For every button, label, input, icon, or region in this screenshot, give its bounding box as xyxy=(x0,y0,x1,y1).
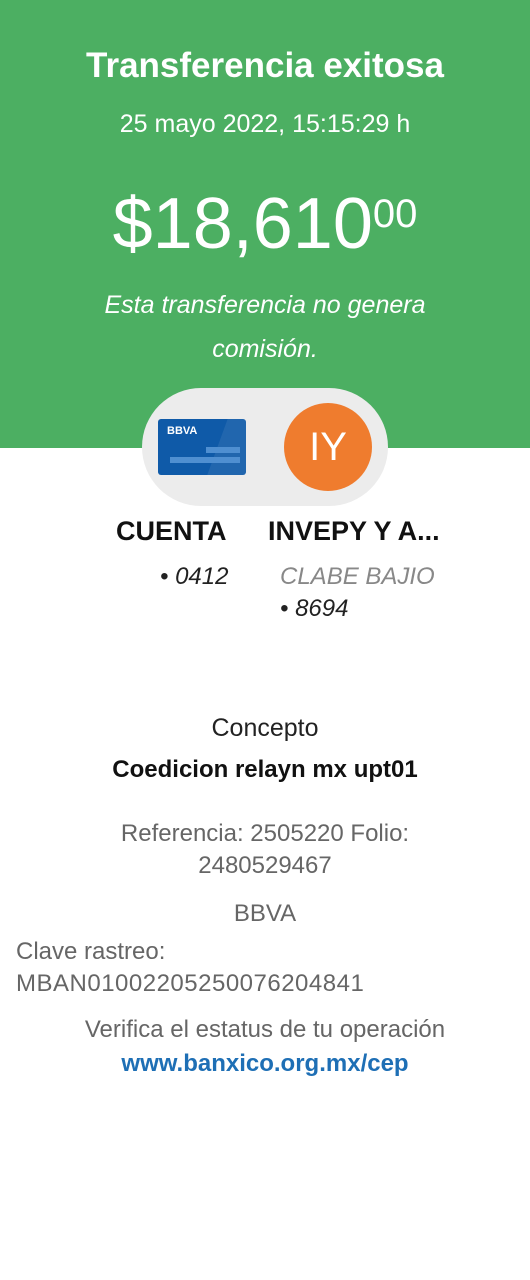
amount-cents: 00 xyxy=(372,192,418,236)
tracking-key-value: MBAN01002205250076204841 xyxy=(16,970,365,997)
transfer-amount: $18,61000 xyxy=(0,188,530,260)
card-stripe xyxy=(170,457,240,463)
from-account-number: • 0412 xyxy=(160,563,229,590)
to-account-number: • 8694 xyxy=(280,595,349,622)
card-brand: BBVA xyxy=(167,425,198,437)
bank-name: BBVA xyxy=(233,900,297,927)
concept-label: Concepto xyxy=(211,714,319,742)
bank-card-icon: BBVA xyxy=(158,419,246,475)
banxico-cep-link[interactable]: www.banxico.org.mx/cep xyxy=(0,1050,530,1078)
amount-whole: $18,610 xyxy=(112,184,373,264)
verify-status-text: Verifica el estatus de tu operación xyxy=(84,1016,446,1043)
to-account-bank: CLABE BAJIO xyxy=(280,563,435,590)
page-title: Transferencia exitosa xyxy=(86,46,444,85)
recipient-avatar: IY xyxy=(284,403,372,491)
reference-folio: Referencia: 2505220 Folio: 2480529467 xyxy=(120,820,410,879)
commission-note: Esta transferencia no genera comisión. xyxy=(104,291,426,363)
to-account-label: INVEPY Y A... xyxy=(268,516,440,546)
from-account-label: CUENTA xyxy=(116,516,227,546)
card-stripe xyxy=(206,447,240,453)
tracking-key-label: Clave rastreo: xyxy=(16,938,166,965)
transaction-datetime: 25 mayo 2022, 15:15:29 h xyxy=(119,110,411,138)
success-header: Transferencia exitosa 25 mayo 2022, 15:1… xyxy=(0,0,530,448)
concept-value: Coedicion relayn mx upt01 xyxy=(112,756,418,783)
